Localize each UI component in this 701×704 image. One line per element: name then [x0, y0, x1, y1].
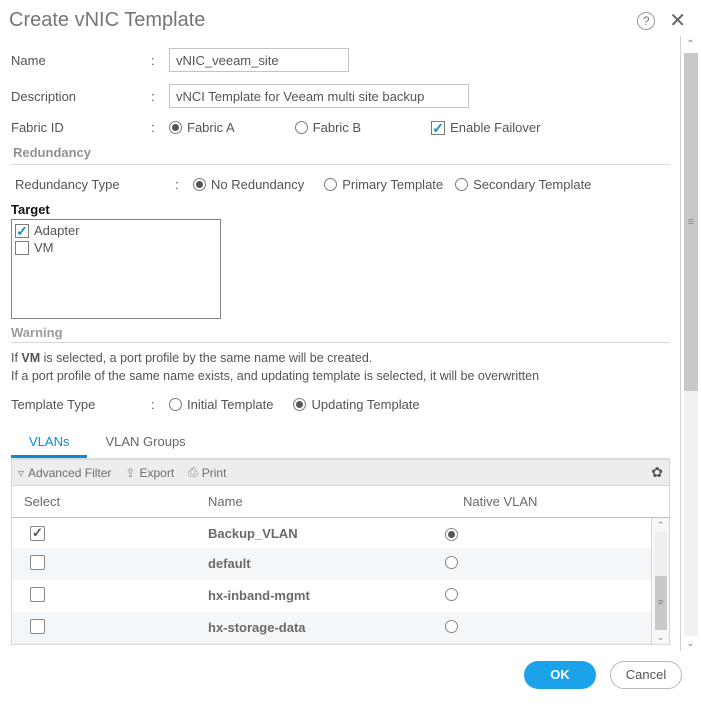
scroll-up-icon[interactable]: ⌃	[686, 38, 694, 52]
secondary-template-label: Secondary Template	[473, 177, 591, 192]
primary-template-radio[interactable]: Primary Template	[324, 177, 443, 192]
fabric-id-label: Fabric ID	[11, 120, 151, 135]
native-vlan-radio[interactable]	[445, 528, 458, 541]
table-row: hx-storage-data	[12, 612, 651, 644]
name-input[interactable]	[169, 48, 349, 72]
table-row: ✓ Backup_VLAN	[12, 518, 651, 548]
vlan-grid: Select Name Native VLAN ✓ Backup_VLAN de	[11, 486, 670, 645]
row-select-checkbox[interactable]	[30, 619, 45, 634]
checkmark-icon: ✓	[15, 224, 29, 238]
cancel-button[interactable]: Cancel	[610, 661, 682, 689]
table-row: default	[12, 548, 651, 580]
dialog-footer: OK Cancel	[1, 651, 700, 703]
gear-icon[interactable]: ✿	[651, 464, 663, 481]
scroll-up-icon[interactable]: ⌃	[657, 518, 665, 532]
row-name: hx-storage-data	[208, 620, 445, 635]
radio-icon	[193, 178, 206, 191]
name-label: Name	[11, 53, 151, 68]
updating-template-radio[interactable]: Updating Template	[293, 397, 419, 412]
enable-failover-label: Enable Failover	[450, 120, 540, 135]
create-vnic-template-dialog: Create vNIC Template ? ✕ Name : Descript…	[0, 0, 701, 704]
fabric-b-label: Fabric B	[313, 120, 361, 135]
target-box: ✓ Adapter VM	[11, 219, 221, 319]
radio-icon	[295, 121, 308, 134]
no-redundancy-radio[interactable]: No Redundancy	[193, 177, 304, 192]
radio-icon	[169, 121, 182, 134]
target-vm-checkbox[interactable]: VM	[15, 240, 217, 255]
native-vlan-radio[interactable]	[445, 620, 458, 633]
export-icon: ⇪	[125, 466, 135, 480]
redundancy-type-label: Redundancy Type	[15, 177, 175, 192]
secondary-template-radio[interactable]: Secondary Template	[455, 177, 591, 192]
print-button[interactable]: ⎙Print	[188, 465, 226, 480]
dialog-title: Create vNIC Template	[9, 9, 637, 32]
description-input[interactable]	[169, 84, 469, 108]
row-name: Backup_VLAN	[208, 526, 445, 541]
initial-template-radio[interactable]: Initial Template	[169, 397, 273, 412]
checkbox-icon	[15, 241, 29, 255]
radio-icon	[324, 178, 337, 191]
print-icon: ⎙	[188, 465, 198, 480]
grid-scrollbar[interactable]: ⌃ ≡ ⌄	[651, 518, 669, 644]
warning-text: If VM is selected, a port profile by the…	[11, 349, 670, 385]
col-native-vlan[interactable]: Native VLAN	[463, 494, 663, 509]
fabric-a-radio[interactable]: Fabric A	[169, 120, 235, 135]
dialog-scrollbar[interactable]: ⌃ ≡ ⌄	[680, 36, 700, 651]
close-icon[interactable]: ✕	[665, 11, 690, 31]
row-select-checkbox[interactable]	[30, 587, 45, 602]
template-type-label: Template Type	[11, 397, 151, 412]
radio-icon	[169, 398, 182, 411]
native-vlan-radio[interactable]	[445, 588, 458, 601]
advanced-filter-button[interactable]: ▿Advanced Filter	[18, 466, 111, 480]
target-adapter-label: Adapter	[34, 223, 80, 238]
row-name: hx-inband-mgmt	[208, 588, 445, 603]
filter-icon: ▿	[18, 466, 24, 480]
grid-header: Select Name Native VLAN	[12, 486, 669, 518]
tab-vlans[interactable]: VLANs	[11, 426, 87, 458]
row-name: default	[208, 556, 445, 571]
tab-vlan-groups[interactable]: VLAN Groups	[87, 426, 203, 458]
col-select[interactable]: Select	[18, 494, 208, 509]
radio-icon	[455, 178, 468, 191]
description-label: Description	[11, 89, 151, 104]
grid-toolbar: ▿Advanced Filter ⇪Export ⎙Print ✿	[11, 460, 670, 486]
form-panel: Name : Description : Fabric ID : Fabric …	[1, 36, 680, 651]
vlan-tabs: VLANs VLAN Groups	[11, 426, 670, 460]
enable-failover-checkbox[interactable]: ✓ Enable Failover	[431, 120, 540, 135]
initial-template-label: Initial Template	[187, 397, 273, 412]
warning-heading: Warning	[11, 325, 670, 340]
target-adapter-checkbox[interactable]: ✓ Adapter	[15, 223, 217, 238]
target-vm-label: VM	[34, 240, 54, 255]
row-select-checkbox[interactable]: ✓	[30, 526, 45, 541]
col-name[interactable]: Name	[208, 494, 463, 509]
titlebar: Create vNIC Template ? ✕	[1, 1, 700, 36]
target-heading: Target	[11, 202, 670, 217]
table-row: hx-inband-mgmt	[12, 580, 651, 612]
checkmark-icon: ✓	[431, 121, 445, 135]
row-select-checkbox[interactable]	[30, 555, 45, 570]
no-redundancy-label: No Redundancy	[211, 177, 304, 192]
scroll-down-icon[interactable]: ⌄	[686, 637, 694, 651]
scroll-down-icon[interactable]: ⌄	[657, 630, 665, 644]
fabric-b-radio[interactable]: Fabric B	[295, 120, 361, 135]
export-button[interactable]: ⇪Export	[125, 466, 174, 480]
native-vlan-radio[interactable]	[445, 556, 458, 569]
primary-template-label: Primary Template	[342, 177, 443, 192]
updating-template-label: Updating Template	[311, 397, 419, 412]
fabric-a-label: Fabric A	[187, 120, 235, 135]
help-icon[interactable]: ?	[637, 12, 655, 30]
radio-icon	[293, 398, 306, 411]
ok-button[interactable]: OK	[524, 661, 596, 689]
redundancy-heading: Redundancy	[11, 141, 670, 162]
